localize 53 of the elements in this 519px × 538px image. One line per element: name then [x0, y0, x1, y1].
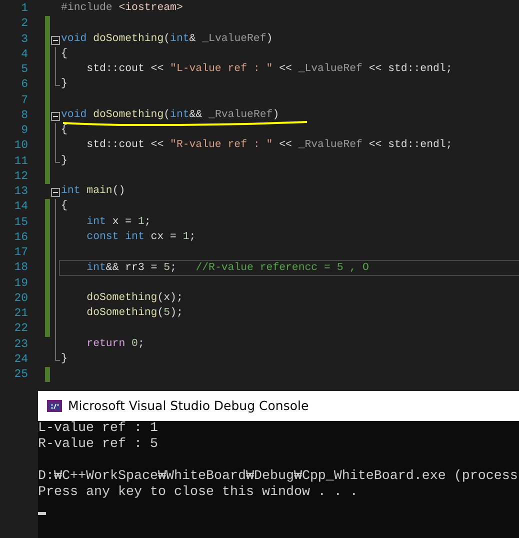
code-line: int x = 1;	[86, 216, 151, 228]
text-cursor	[38, 512, 46, 516]
code-line: {	[61, 48, 68, 60]
code-line: std::cout << "R-value ref : " << _RvalueRef << std::endl;	[86, 139, 452, 152]
console-line: D:₩C++WorkSpace₩WhiteBoard₩Debug₩Cpp_WhiteBoard.exe (process	[38, 469, 518, 485]
code-line: {	[61, 124, 68, 136]
console-line: Press any key to close this window . . .	[38, 485, 358, 502]
line-number: 12	[13, 168, 28, 184]
line-number: 2	[20, 16, 28, 32]
code-line: void doSomething(int& _LvalueRef)	[61, 32, 273, 44]
code-line: {	[61, 200, 68, 212]
code-line: doSomething(5);	[86, 307, 183, 319]
collapse-icon[interactable]	[51, 36, 60, 44]
line-number: 13	[13, 184, 28, 200]
line-number: 16	[13, 230, 28, 245]
line-number: 8	[20, 108, 28, 123]
code-line: return 0;	[86, 338, 144, 350]
line-number: 15	[13, 214, 28, 230]
line-number: 19	[13, 276, 28, 291]
code-line: }	[61, 352, 68, 365]
code-line: int main()	[61, 185, 126, 197]
line-number: 9	[20, 123, 28, 138]
line-number: 18	[13, 260, 28, 276]
line-number: 23	[13, 336, 28, 352]
console-icon	[47, 400, 62, 412]
console-line: L-value ref : 1	[38, 421, 158, 437]
line-number: 10	[13, 138, 28, 154]
line-number: 25	[13, 367, 28, 382]
code-line: const int cx = 1;	[86, 230, 196, 243]
line-number: 3	[20, 32, 28, 47]
line-number: 24	[13, 352, 28, 367]
code-line: }	[61, 78, 68, 90]
code-line: #include <iostream>	[61, 2, 183, 14]
line-number: 22	[13, 321, 28, 336]
line-number: 1	[20, 1, 28, 16]
line-number: 4	[20, 46, 28, 62]
line-number: 5	[20, 62, 28, 78]
line-number: 17	[13, 245, 28, 260]
line-number: 6	[20, 77, 28, 92]
collapse-icon[interactable]	[51, 112, 60, 121]
window-title: Microsoft Visual Studio Debug Console	[68, 396, 309, 415]
line-number: 7	[20, 92, 28, 108]
code-line: void doSomething(int&& _RvalueRef)	[61, 108, 280, 121]
code-line: std::cout << "L-value ref : " << _LvalueRef << std::endl;	[86, 63, 452, 75]
code-line: }	[61, 154, 68, 166]
line-number: 21	[13, 306, 28, 322]
line-number: 14	[13, 199, 28, 214]
code-line: int&& rr3 = 5; //R-value referencc = 5 , O	[86, 262, 369, 274]
collapse-icon[interactable]	[51, 188, 60, 197]
console-line: R-value ref : 5	[38, 437, 158, 454]
code-line: doSomething(x);	[86, 292, 183, 304]
line-number: 11	[13, 154, 28, 169]
line-number: 20	[13, 290, 28, 306]
